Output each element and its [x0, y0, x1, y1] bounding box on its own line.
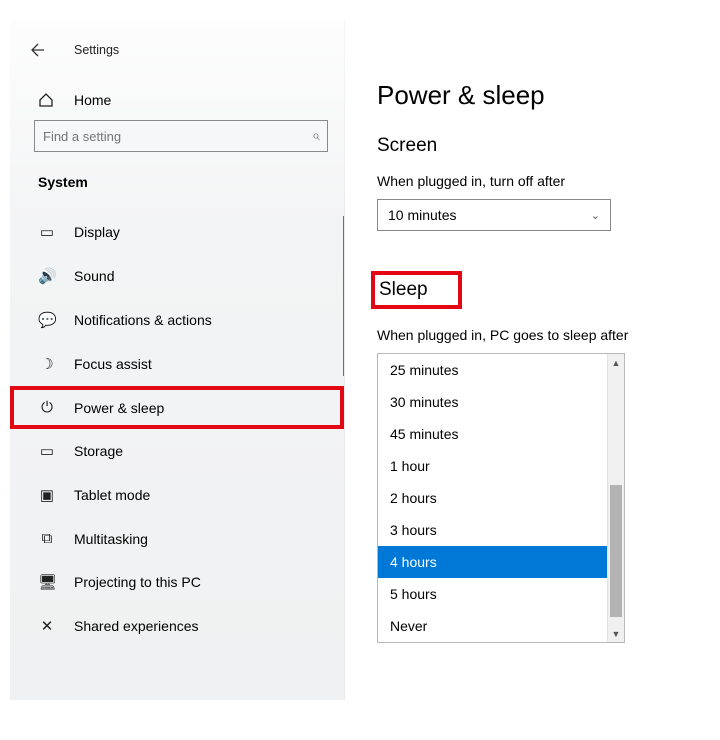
sidebar-item-label: Sound [74, 268, 114, 284]
sleep-option[interactable]: 3 hours [378, 514, 624, 546]
sidebar-item-storage[interactable]: ▭ Storage [10, 429, 344, 473]
sleep-after-listbox[interactable]: 25 minutes30 minutes45 minutes1 hour2 ho… [377, 353, 625, 643]
app-title: Settings [74, 43, 119, 57]
nav-list: ▭ Display 🔊 Sound 💬 Notifications & actions ☽ F… [10, 210, 344, 648]
projecting-icon: 🖥 [38, 573, 56, 591]
sleep-option[interactable]: 45 minutes [378, 418, 624, 450]
sidebar-item-label: Projecting to this PC [74, 574, 201, 590]
sleep-option[interactable]: 30 minutes [378, 386, 624, 418]
section-screen-header: Screen [377, 135, 710, 157]
tablet-mode-icon: ▣ [38, 486, 56, 504]
screen-turnoff-label: When plugged in, turn off after [377, 173, 710, 189]
settings-window: Settings Home ⌕ System ▭ Display 🔊 Sound 💬 No… [10, 20, 710, 700]
sound-icon: 🔊 [38, 267, 56, 285]
search-container: ⌕ [10, 120, 344, 152]
screen-turnoff-select[interactable]: 10 minutes ⌄ [377, 199, 611, 231]
sidebar-item-label: Power & sleep [74, 400, 164, 416]
back-button[interactable] [24, 38, 48, 62]
scroll-up-arrow-icon[interactable]: ▲ [608, 354, 624, 371]
sidebar-item-sound[interactable]: 🔊 Sound [10, 254, 344, 298]
sleep-option[interactable]: 25 minutes [378, 354, 624, 386]
home-label: Home [74, 92, 111, 108]
power-sleep-icon: ⏻ [38, 399, 56, 416]
page-title: Power & sleep [377, 80, 710, 111]
multitasking-icon: ⧉ [38, 530, 56, 547]
chevron-down-icon: ⌄ [591, 209, 600, 222]
section-sleep-header: Sleep [379, 279, 428, 301]
sidebar-item-label: Shared experiences [74, 618, 199, 634]
search-input[interactable] [34, 120, 328, 152]
sleep-after-label: When plugged in, PC goes to sleep after [377, 327, 710, 343]
sidebar-item-label: Notifications & actions [74, 312, 212, 328]
sidebar: Settings Home ⌕ System ▭ Display 🔊 Sound 💬 No… [10, 20, 345, 700]
sidebar-item-display[interactable]: ▭ Display [10, 210, 344, 254]
home-icon [38, 92, 56, 108]
sidebar-item-label: Multitasking [74, 531, 148, 547]
storage-icon: ▭ [38, 442, 56, 460]
sidebar-item-projecting-to-this-pc[interactable]: 🖥 Projecting to this PC [10, 560, 344, 604]
shared-exp-icon: ✕ [38, 617, 56, 635]
scroll-thumb[interactable] [610, 485, 622, 617]
scroll-down-arrow-icon[interactable]: ▼ [608, 625, 624, 642]
sidebar-item-label: Tablet mode [74, 487, 150, 503]
main-pane: Power & sleep Screen When plugged in, tu… [345, 20, 710, 700]
topbar: Settings [10, 38, 344, 76]
section-header: System [10, 152, 344, 198]
sleep-header-highlight: Sleep [371, 271, 462, 309]
sidebar-item-shared-experiences[interactable]: ✕ Shared experiences [10, 604, 344, 648]
sidebar-item-label: Focus assist [74, 356, 152, 372]
listbox-scrollbar[interactable]: ▲ ▼ [607, 354, 624, 642]
sleep-option[interactable]: 5 hours [378, 578, 624, 610]
scroll-track[interactable] [608, 371, 624, 625]
sidebar-item-power-sleep[interactable]: ⏻ Power & sleep [10, 386, 344, 429]
sidebar-item-notifications-actions[interactable]: 💬 Notifications & actions [10, 298, 344, 342]
listbox-options: 25 minutes30 minutes45 minutes1 hour2 ho… [378, 354, 624, 642]
notifications-icon: 💬 [38, 311, 56, 329]
display-icon: ▭ [38, 223, 56, 241]
sidebar-item-label: Display [74, 224, 120, 240]
sleep-option[interactable]: Never [378, 610, 624, 642]
sidebar-item-focus-assist[interactable]: ☽ Focus assist [10, 342, 344, 386]
sidebar-item-tablet-mode[interactable]: ▣ Tablet mode [10, 473, 344, 517]
home-nav[interactable]: Home [10, 76, 344, 120]
sidebar-item-multitasking[interactable]: ⧉ Multitasking [10, 517, 344, 560]
screen-turnoff-value: 10 minutes [388, 207, 456, 223]
sleep-option[interactable]: 4 hours [378, 546, 624, 578]
sleep-option[interactable]: 2 hours [378, 482, 624, 514]
nav-scrollbar[interactable] [343, 216, 344, 376]
sidebar-item-label: Storage [74, 443, 123, 459]
focus-assist-icon: ☽ [38, 355, 56, 373]
sleep-option[interactable]: 1 hour [378, 450, 624, 482]
back-arrow-icon [28, 42, 44, 58]
